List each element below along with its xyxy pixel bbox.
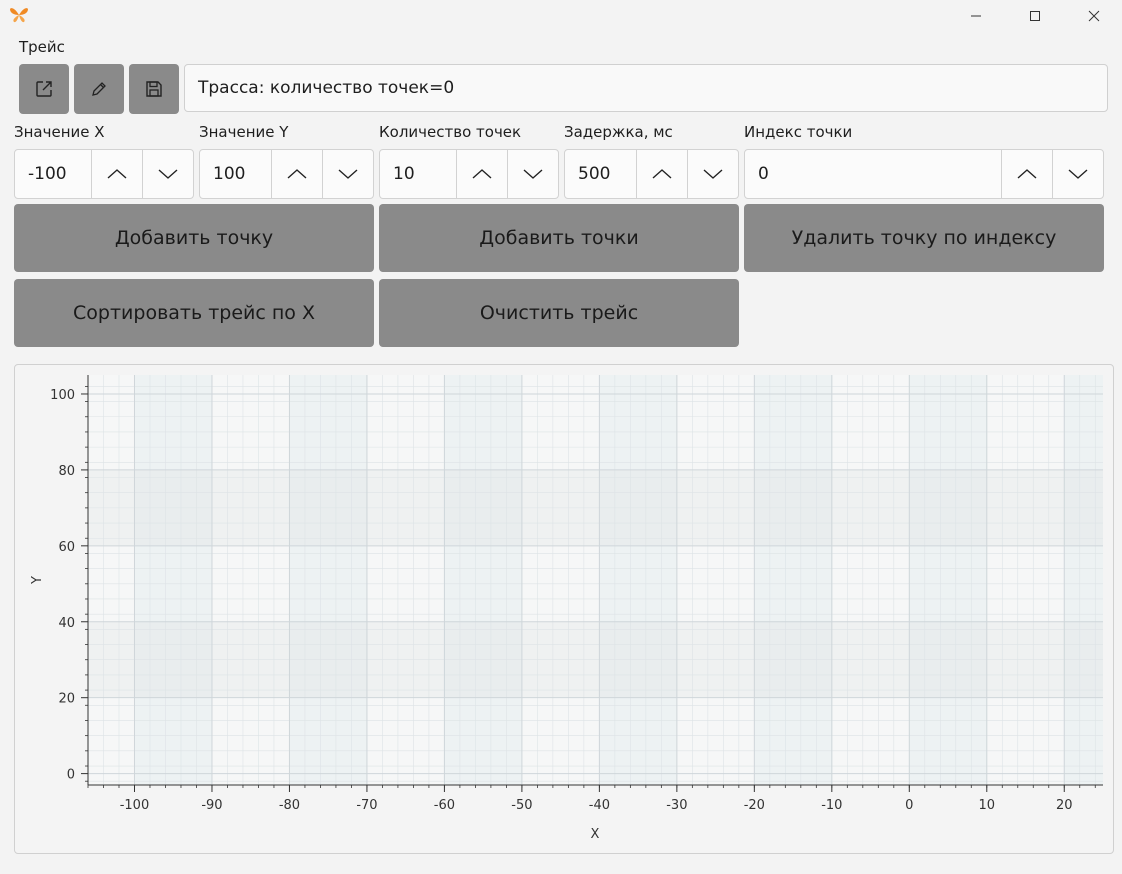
sort-trace-by-x-button[interactable]: Сортировать трейс по X bbox=[14, 279, 374, 347]
close-icon bbox=[1088, 10, 1100, 22]
column-band bbox=[754, 375, 832, 785]
add-points-button[interactable]: Добавить точки bbox=[379, 204, 739, 272]
section-label: Трейс bbox=[19, 38, 65, 56]
chevron-down-icon bbox=[338, 169, 358, 179]
point-index-increment[interactable] bbox=[1001, 150, 1052, 198]
delete-point-by-index-button[interactable]: Удалить точку по индексу bbox=[744, 204, 1104, 272]
delay-label: Задержка, мс bbox=[564, 123, 673, 141]
point-count-spinner: 10 bbox=[379, 149, 559, 199]
point-count-label: Количество точек bbox=[379, 123, 522, 141]
delay-decrement[interactable] bbox=[687, 150, 738, 198]
delay-input[interactable]: 500 bbox=[565, 150, 636, 198]
x-tick-label: -40 bbox=[589, 798, 610, 813]
chevron-down-icon bbox=[158, 169, 178, 179]
value-x-decrement[interactable] bbox=[142, 150, 193, 198]
y-tick-label: 40 bbox=[58, 616, 75, 631]
x-tick-label: -70 bbox=[356, 798, 377, 813]
value-y-decrement[interactable] bbox=[322, 150, 373, 198]
column-band bbox=[1064, 375, 1103, 785]
y-tick-label: 0 bbox=[67, 768, 75, 783]
x-tick-label: -80 bbox=[279, 798, 300, 813]
x-tick-label: -90 bbox=[201, 798, 222, 813]
point-count-input[interactable]: 10 bbox=[380, 150, 456, 198]
y-tick-label: 20 bbox=[58, 692, 75, 707]
butterfly-icon bbox=[9, 6, 29, 24]
chevron-down-icon bbox=[523, 169, 543, 179]
value-x-label: Значение X bbox=[14, 123, 105, 141]
x-tick-label: -10 bbox=[821, 798, 842, 813]
open-external-icon bbox=[36, 81, 52, 97]
column-band bbox=[909, 375, 987, 785]
chart-y-ticks: 0 20 40 60 80 100 bbox=[50, 388, 88, 783]
delay-increment[interactable] bbox=[636, 150, 687, 198]
x-tick-label: -30 bbox=[666, 798, 687, 813]
point-index-input[interactable]: 0 bbox=[745, 150, 1001, 198]
column-band bbox=[289, 375, 367, 785]
y-axis-label: Y bbox=[30, 576, 45, 585]
chevron-up-icon bbox=[652, 169, 672, 179]
x-tick-label: 20 bbox=[1056, 798, 1073, 813]
column-band bbox=[444, 375, 522, 785]
chart-bands bbox=[88, 375, 1103, 785]
y-tick-label: 80 bbox=[58, 464, 75, 479]
value-x-increment[interactable] bbox=[91, 150, 142, 198]
minimize-icon bbox=[971, 15, 981, 17]
value-y-increment[interactable] bbox=[271, 150, 322, 198]
close-button[interactable] bbox=[1071, 0, 1117, 32]
minimize-button[interactable] bbox=[953, 0, 999, 32]
x-tick-label: 10 bbox=[979, 798, 996, 813]
trace-info-field: Трасса: количество точек=0 bbox=[184, 64, 1108, 112]
chevron-down-icon bbox=[1068, 169, 1088, 179]
save-button[interactable] bbox=[129, 64, 179, 114]
chart-panel: -100 -90 -80 -70 -60 -50 -40 -30 -20 -10 0 10 20 0 20… bbox=[14, 364, 1114, 854]
delay-spinner: 500 bbox=[564, 149, 739, 199]
point-count-decrement[interactable] bbox=[507, 150, 558, 198]
point-index-decrement[interactable] bbox=[1052, 150, 1103, 198]
y-tick-label: 100 bbox=[50, 388, 75, 403]
pencil-icon bbox=[92, 82, 106, 96]
add-point-button[interactable]: Добавить точку bbox=[14, 204, 374, 272]
x-tick-label: -100 bbox=[120, 798, 150, 813]
chevron-up-icon bbox=[1017, 169, 1037, 179]
x-tick-label: -50 bbox=[511, 798, 532, 813]
x-tick-label: -20 bbox=[744, 798, 765, 813]
point-index-spinner: 0 bbox=[744, 149, 1104, 199]
chevron-up-icon bbox=[287, 169, 307, 179]
title-bar bbox=[0, 0, 1122, 32]
trace-chart[interactable]: -100 -90 -80 -70 -60 -50 -40 -30 -20 -10 0 10 20 020… bbox=[15, 365, 1115, 855]
edit-button[interactable] bbox=[74, 64, 124, 114]
trace-info-text: Трасса: количество точек=0 bbox=[198, 78, 455, 98]
clear-trace-button[interactable]: Очистить трейс bbox=[379, 279, 739, 347]
column-band bbox=[134, 375, 212, 785]
chevron-up-icon bbox=[107, 169, 127, 179]
value-y-input[interactable]: 100 bbox=[200, 150, 271, 198]
chart-x-ticks: -100 -90 -80 -70 -60 -50 -40 -30 -20 -10 0 10 20 bbox=[120, 785, 1073, 813]
x-tick-label: -60 bbox=[434, 798, 455, 813]
open-external-button[interactable] bbox=[19, 64, 69, 114]
value-x-input[interactable]: -100 bbox=[15, 150, 91, 198]
maximize-icon bbox=[1030, 11, 1040, 21]
save-icon bbox=[146, 81, 162, 97]
point-index-label: Индекс точки bbox=[744, 123, 853, 141]
y-tick-label: 60 bbox=[58, 540, 75, 555]
chevron-down-icon bbox=[703, 169, 723, 179]
x-axis-label: X bbox=[591, 827, 600, 842]
value-x-spinner: -100 bbox=[14, 149, 194, 199]
value-y-spinner: 100 bbox=[199, 149, 374, 199]
x-tick-label: 0 bbox=[905, 798, 913, 813]
column-band bbox=[599, 375, 677, 785]
chevron-up-icon bbox=[472, 169, 492, 179]
value-y-label: Значение Y bbox=[199, 123, 289, 141]
maximize-button[interactable] bbox=[1012, 0, 1058, 32]
point-count-increment[interactable] bbox=[456, 150, 507, 198]
